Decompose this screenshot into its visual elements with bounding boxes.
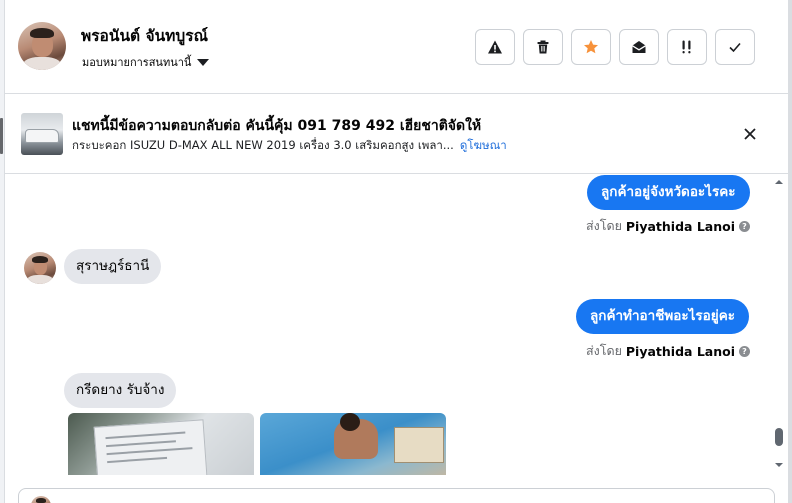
inbox-conversation-panel: พรอนันต์ จันทบูรณ์ มอบหมายการสนทนานี้ แช…: [0, 0, 792, 503]
sender-name: Piyathida Lanoi: [625, 218, 735, 234]
ad-context-banner: แชทนี้มีข้อความตอบกลับต่อ คันนี้คุ้ม 091…: [5, 95, 788, 174]
panel-resize-handle[interactable]: [0, 118, 3, 154]
page-avatar: [31, 496, 51, 503]
trash-icon: [537, 40, 549, 54]
sender-name: Piyathida Lanoi: [625, 343, 735, 359]
contact-avatar-small[interactable]: [24, 252, 56, 284]
message-thread: ลูกค้าอยู่จังหวัดอะไรคะ ส่งโดย Piyathida…: [5, 175, 788, 475]
attached-photo-worker[interactable]: [260, 413, 446, 475]
delete-button[interactable]: [523, 29, 563, 65]
outgoing-message[interactable]: ลูกค้าอยู่จังหวัดอะไรคะ: [587, 175, 750, 210]
contact-name[interactable]: พรอนันต์ จันทบูรณ์: [81, 23, 208, 48]
star-icon: [584, 40, 598, 54]
incoming-message[interactable]: สุราษฎร์ธานี: [64, 249, 162, 284]
conversation-actions: [475, 29, 755, 65]
assign-conversation-dropdown[interactable]: มอบหมายการสนทนานี้: [82, 53, 210, 71]
ad-thumbnail[interactable]: [21, 113, 63, 155]
info-icon[interactable]: ?: [739, 220, 750, 232]
warning-icon: [488, 40, 502, 54]
scroll-down-icon[interactable]: [775, 461, 783, 469]
star-button[interactable]: [571, 29, 611, 65]
envelope-open-icon: [632, 41, 646, 53]
mark-unread-button[interactable]: [619, 29, 659, 65]
info-icon[interactable]: ?: [739, 345, 750, 357]
caret-down-icon: [197, 58, 210, 66]
ad-subtitle: กระบะคอก ISUZU D-MAX ALL NEW 2019 เครื่อ…: [72, 137, 507, 155]
incoming-message[interactable]: กรีดยาง รับจ้าง: [64, 373, 177, 408]
exclamation-icon: [682, 40, 691, 54]
check-icon: [729, 42, 741, 53]
assign-label: มอบหมายการสนทนานี้: [82, 56, 192, 69]
close-icon[interactable]: [741, 125, 759, 143]
mark-done-button[interactable]: [715, 29, 755, 65]
report-spam-button[interactable]: [475, 29, 515, 65]
scroll-up-icon[interactable]: [775, 178, 783, 186]
sent-by-label: ส่งโดย Piyathida Lanoi ?: [586, 216, 750, 236]
conversation-header: พรอนันต์ จันทบูรณ์ มอบหมายการสนทนานี้: [5, 0, 788, 94]
outgoing-message[interactable]: ลูกค้าทำอาชีพอะไรอยู่คะ: [576, 299, 749, 334]
sent-by-prefix: ส่งโดย: [586, 343, 622, 358]
reply-composer[interactable]: [18, 488, 775, 503]
attached-photo-document[interactable]: [68, 413, 254, 475]
sent-by-prefix: ส่งโดย: [586, 218, 622, 233]
ad-description: กระบะคอก ISUZU D-MAX ALL NEW 2019 เครื่อ…: [72, 138, 454, 152]
right-panel-edge: [788, 0, 792, 503]
mark-important-button[interactable]: [667, 29, 707, 65]
ad-title: แชทนี้มีข้อความตอบกลับต่อ คันนี้คุ้ม 091…: [72, 118, 482, 134]
contact-avatar[interactable]: [18, 22, 66, 70]
sent-by-label: ส่งโดย Piyathida Lanoi ?: [586, 341, 750, 361]
scrollbar-thumb[interactable]: [775, 428, 783, 446]
view-ad-link[interactable]: ดูโฆษณา: [460, 138, 507, 152]
